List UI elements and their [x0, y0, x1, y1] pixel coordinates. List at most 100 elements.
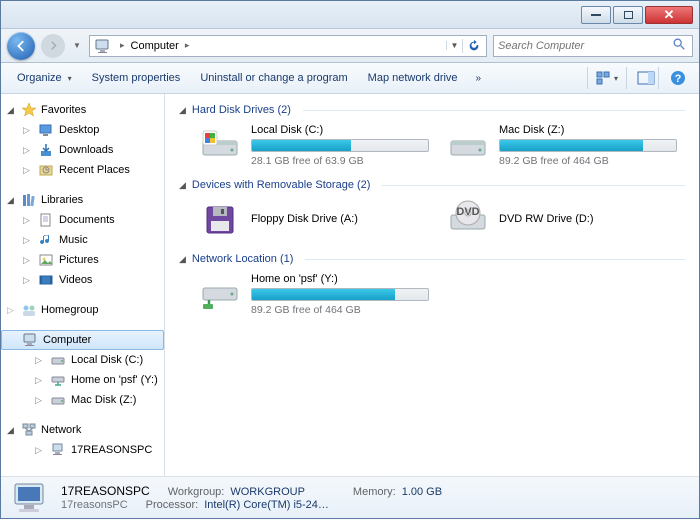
expand-icon: ▷: [35, 375, 45, 386]
capacity-bar: [499, 139, 677, 152]
back-arrow-icon: [14, 39, 28, 53]
uninstall-program-button[interactable]: Uninstall or change a program: [192, 68, 355, 88]
recent-locations-dropdown[interactable]: ▼: [71, 41, 83, 50]
sidebar-item-mac-disk-z-[interactable]: ▷ Mac Disk (Z:): [1, 390, 164, 410]
map-network-drive-button[interactable]: Map network drive: [360, 68, 466, 88]
sidebar-item-music[interactable]: ▷ Music: [1, 230, 164, 250]
computer-label: Computer: [43, 334, 91, 346]
refresh-icon: [467, 39, 481, 53]
sidebar-item-label: Mac Disk (Z:): [71, 394, 136, 406]
sidebar-item-recent-places[interactable]: ▷ Recent Places: [1, 160, 164, 180]
capacity-bar: [251, 288, 429, 301]
address-bar[interactable]: ▸ Computer ▸ ▼: [89, 35, 487, 57]
pc-icon: [50, 442, 66, 458]
search-input[interactable]: [498, 40, 672, 52]
section-title: Hard Disk Drives (2): [192, 104, 291, 116]
view-options-button[interactable]: ▾: [587, 67, 627, 89]
expand-icon: ▷: [23, 235, 33, 246]
sidebar-group-computer[interactable]: ◢ Computer: [1, 330, 164, 350]
section-title: Devices with Removable Storage (2): [192, 179, 371, 191]
homegroup-icon: [21, 302, 37, 318]
libraries-icon: [21, 192, 37, 208]
expand-icon: ▷: [23, 145, 33, 156]
details-workgroup-value: WORKGROUP: [230, 486, 305, 498]
music-icon: [38, 232, 54, 248]
sidebar-item-local-disk-c-[interactable]: ▷Local Disk (C:): [1, 350, 164, 370]
drive-item[interactable]: Floppy Disk Drive (A:): [199, 199, 429, 241]
sidebar-item-downloads[interactable]: ▷Downloads: [1, 140, 164, 160]
details-computer-name: 17REASONSPC: [61, 484, 150, 498]
hdd-icon: [50, 392, 66, 408]
computer-icon: [22, 332, 38, 348]
sidebar-item-17reasonspc[interactable]: ▷17REASONSPC: [1, 440, 164, 460]
favorites-icon: [21, 102, 37, 118]
details-memory-value: 1.00 GB: [402, 486, 442, 498]
sidebar-item-videos[interactable]: ▷Videos: [1, 270, 164, 290]
refresh-button[interactable]: [462, 39, 484, 53]
homegroup-label: Homegroup: [41, 304, 98, 316]
sidebar-group-favorites[interactable]: ◢ Favorites: [1, 100, 164, 120]
sidebar-group-libraries[interactable]: ◢ Libraries: [1, 190, 164, 210]
breadcrumb-item[interactable]: Computer: [129, 40, 181, 52]
floppy-icon: [199, 199, 241, 241]
collapse-icon: ◢: [179, 254, 186, 265]
pane-icon: [637, 71, 655, 85]
drive-name: DVD RW Drive (D:): [499, 213, 677, 225]
netdrive-icon: [50, 372, 66, 388]
section-header[interactable]: ◢ Hard Disk Drives (2): [179, 104, 685, 116]
drive-name: Home on 'psf' (Y:): [251, 273, 429, 285]
libraries-label: Libraries: [41, 194, 83, 206]
network-label: Network: [41, 424, 81, 436]
forward-button[interactable]: [41, 34, 65, 58]
sidebar-item-pictures[interactable]: ▷Pictures: [1, 250, 164, 270]
recent-icon: [38, 162, 54, 178]
sidebar-item-label: Music: [59, 234, 88, 246]
search-icon: [672, 37, 688, 54]
collapse-icon: ◢: [179, 105, 186, 116]
command-bar: Organize System properties Uninstall or …: [1, 63, 699, 94]
drive-free-text: 89.2 GB free of 464 GB: [251, 304, 429, 316]
computer-icon: [94, 37, 112, 55]
breadcrumb-sep-icon[interactable]: ▸: [181, 40, 194, 51]
drive-item[interactable]: Home on 'psf' (Y:) 89.2 GB free of 464 GB: [199, 273, 429, 316]
sidebar-item-home-on-psf-y-[interactable]: ▷Home on 'psf' (Y:): [1, 370, 164, 390]
expand-icon: ▷: [35, 395, 45, 406]
expand-icon: ▷: [23, 165, 33, 176]
window-close-button[interactable]: ✕: [645, 6, 693, 24]
window-maximize-button[interactable]: [613, 6, 643, 24]
organize-menu[interactable]: Organize: [9, 68, 80, 88]
drive-item[interactable]: DVDDVD RW Drive (D:): [447, 199, 677, 241]
sidebar-item-label: Local Disk (C:): [71, 354, 143, 366]
computer-large-icon: [11, 481, 51, 515]
toolbar-overflow[interactable]: »: [470, 73, 488, 84]
drive-item[interactable]: Local Disk (C:)28.1 GB free of 63.9 GB: [199, 124, 429, 167]
preview-pane-button[interactable]: [633, 67, 659, 89]
collapse-icon: ◢: [7, 105, 17, 116]
details-pane: 17REASONSPC Workgroup: WORKGROUP Memory:…: [1, 476, 699, 518]
drive-item[interactable]: Mac Disk (Z:) 89.2 GB free of 464 GB: [447, 124, 677, 167]
sidebar-item-documents[interactable]: ▷Documents: [1, 210, 164, 230]
window-minimize-button[interactable]: [581, 6, 611, 24]
section-title: Network Location (1): [192, 253, 294, 265]
forward-arrow-icon: [48, 40, 59, 51]
collapse-icon: ◢: [179, 180, 186, 191]
section-header[interactable]: ◢ Network Location (1): [179, 253, 685, 265]
drive-name: Floppy Disk Drive (A:): [251, 213, 429, 225]
drive-name: Mac Disk (Z:): [499, 124, 677, 136]
back-button[interactable]: [7, 32, 35, 60]
address-dropdown[interactable]: ▼: [446, 41, 462, 50]
section-header[interactable]: ◢ Devices with Removable Storage (2): [179, 179, 685, 191]
sidebar-item-label: Recent Places: [59, 164, 130, 176]
netdrive-icon: [199, 274, 241, 316]
sidebar-item-desktop[interactable]: ▷Desktop: [1, 120, 164, 140]
system-properties-button[interactable]: System properties: [84, 68, 189, 88]
sidebar-group-homegroup[interactable]: ▷ Homegroup: [1, 300, 164, 320]
drive-free-text: 89.2 GB free of 464 GB: [499, 155, 677, 167]
svg-text:?: ?: [675, 73, 682, 85]
search-box[interactable]: [493, 35, 693, 57]
help-button[interactable]: ?: [665, 67, 691, 89]
details-processor-label: Processor:: [146, 499, 199, 511]
downloads-icon: [38, 142, 54, 158]
sidebar-group-network[interactable]: ◢ Network: [1, 420, 164, 440]
expand-icon: ▷: [7, 305, 17, 316]
